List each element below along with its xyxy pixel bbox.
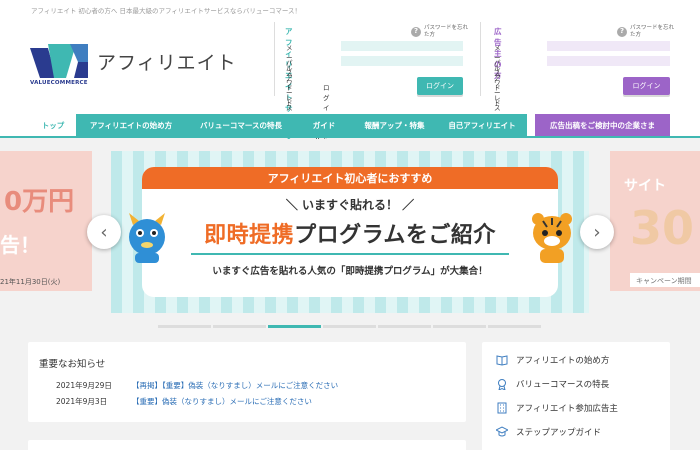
carousel-dot-active[interactable] [268,325,321,328]
carousel-next-button[interactable]: › [580,215,614,249]
news-date: 2021年9月29日 [56,381,112,390]
side-menu-label: ステップアップガイド [516,428,602,438]
affiliate-login-button[interactable]: ログイン [417,77,463,95]
top-tagline: アフィリエイト 初心者の方へ 日本最大級のアフィリエイトサービスならバリューコマ… [0,0,700,18]
side-menu-label: アフィリエイトの始め方 [516,356,610,366]
building-icon [497,402,507,414]
carousel-dot[interactable] [433,325,486,328]
carousel-dot[interactable] [488,325,541,328]
banner-text: 告！ [0,233,40,257]
question-icon: ? [617,26,627,37]
medal-icon [498,379,506,390]
carousel-prev-button[interactable]: ‹ [87,215,121,249]
carousel-dot[interactable] [323,325,376,328]
side-menu-label: バリューコマースの特長 [516,380,610,390]
chevron-right-icon: › [593,221,601,243]
hero-carousel: 0万円 告！ 21年11月30日(火) アフィリエイト初心者におすすめ ＼ いま… [0,139,700,334]
advertiser-password-input[interactable] [547,56,670,66]
side-menu-item-features[interactable]: バリューコマースの特長 [496,378,609,390]
news-card: 重要なお知らせ 2021年9月29日 【再掲】【重要】偽装（なりすまし）メールに… [28,342,466,422]
advertiser-login-button[interactable]: ログイン [623,77,670,95]
side-menu-item-stepup-guide[interactable]: ステップアップガイド [496,426,601,438]
tiger-mascot-icon [532,213,572,263]
headline-highlight: 即時提携 [204,223,295,248]
news-item[interactable]: 2021年9月3日 【重要】偽装（なりすまし）メールにご注意ください [56,396,312,407]
graduation-cap-icon [496,426,508,437]
campaign-period-label: キャンペーン期間 [630,273,700,287]
side-banner-right[interactable]: サイト 30 キャンペーン期間 [610,151,700,291]
banner-date: 21年11月30日(火) [0,278,61,286]
news-link[interactable]: 【再掲】【重要】偽装（なりすまし）メールにご注意ください [132,380,338,391]
chevron-left-icon: ‹ [100,221,108,243]
affiliate-forgot-password[interactable]: ? パスワードを忘れた方 [411,25,468,38]
valuecommerce-logo-icon[interactable] [30,40,90,82]
carousel-dots [158,325,541,328]
banner-description: いますぐ広告を貼れる人気の「即時提携プログラム」が大集合！ [212,266,488,277]
news-title: 重要なお知らせ [39,359,106,370]
affiliate-password-input[interactable] [341,56,463,66]
main-nav: トップ アフィリエイトの始め方 バリューコマースの特長 ガイド 報酬アップ・特集… [0,114,700,138]
nav-item-getting-started[interactable]: アフィリエイトの始め方 [76,114,186,136]
banner-label: サイト [624,178,666,194]
side-menu-label: アフィリエイト参加広告主 [516,404,618,414]
banner-pill: アフィリエイト初心者におすすめ [142,167,558,189]
banner-subheadline: ＼ いますぐ貼れる！ ／ [285,198,415,212]
blue-mascot-icon [129,213,165,263]
carousel-dot[interactable] [158,325,211,328]
question-icon: ? [411,26,421,37]
nav-item-rewards[interactable]: 報酬アップ・特集 [352,114,437,136]
logo-text[interactable]: アフィリエイト [97,48,237,75]
nav-item-advertisers[interactable]: 広告出稿をご検討中の企業さま [535,114,670,136]
banner-headline: 即時提携プログラムをご紹介 [111,217,589,249]
advertiser-email-input[interactable] [547,41,670,51]
side-menu-item-advertisers[interactable]: アフィリエイト参加広告主 [496,402,618,414]
side-banner-left[interactable]: 0万円 告！ 21年11月30日(火) [0,151,92,291]
nav-item-features[interactable]: バリューコマースの特長 [186,114,296,136]
banner-number: 30 [630,201,695,255]
header: VALUECOMMERCE アフィリエイト アフィリエイトサイト会員の方 ? パ… [0,18,700,192]
banner-amount: 0万円 [4,187,75,217]
password-label: パスワード [286,59,293,107]
main-banner[interactable]: アフィリエイト初心者におすすめ ＼ いますぐ貼れる！ ／ 即時提携プログラムをご… [111,151,589,313]
news-date: 2021年9月3日 [56,397,108,406]
book-icon [496,355,508,366]
password-label: パスワード [494,59,501,107]
forgot-password-label: パスワードを忘れた方 [630,25,675,38]
carousel-dot[interactable] [213,325,266,328]
side-menu: アフィリエイトの始め方 バリューコマースの特長 アフィリエイト参加広告主 ステッ… [482,342,670,450]
content-card [28,440,466,450]
nav-item-self-affiliate[interactable]: 自己アフィリエイト [437,114,527,136]
forgot-password-label: パスワードを忘れた方 [424,25,469,38]
carousel-dot[interactable] [378,325,431,328]
headline-rest: プログラムをご紹介 [294,223,496,248]
divider [191,253,509,255]
logo-subtext: VALUECOMMERCE [30,80,88,86]
news-item[interactable]: 2021年9月29日 【再掲】【重要】偽装（なりすまし）メールにご注意ください [56,380,338,391]
nav-item-guide[interactable]: ガイド [296,114,352,136]
side-menu-item-getting-started[interactable]: アフィリエイトの始め方 [496,354,609,366]
nav-item-top[interactable]: トップ [30,114,76,136]
advertiser-forgot-password[interactable]: ? パスワードを忘れた方 [617,25,674,38]
news-link[interactable]: 【重要】偽装（なりすまし）メールにご注意ください [132,396,312,407]
affiliate-email-input[interactable] [341,41,463,51]
